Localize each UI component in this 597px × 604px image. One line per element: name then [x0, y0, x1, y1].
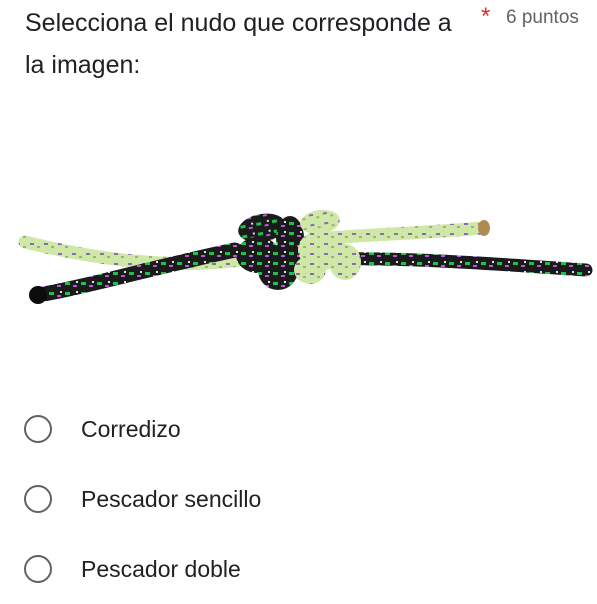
question-title: Selecciona el nudo que corresponde a la …: [25, 9, 452, 79]
option-pescador-sencillo[interactable]: Pescador sencillo: [24, 474, 584, 524]
option-pescador-doble[interactable]: Pescador doble: [24, 544, 584, 594]
radio-button-icon[interactable]: [24, 555, 52, 583]
knot-image: [18, 209, 593, 304]
required-marker: *: [481, 3, 491, 30]
question-points: 6 puntos: [506, 7, 579, 28]
option-label: Corredizo: [81, 415, 181, 442]
radio-button-icon[interactable]: [24, 485, 52, 513]
radio-button-icon[interactable]: [24, 415, 52, 443]
option-corredizo[interactable]: Corredizo: [24, 404, 584, 454]
option-label: Pescador doble: [81, 555, 241, 582]
option-label: Pescador sencillo: [81, 485, 262, 512]
